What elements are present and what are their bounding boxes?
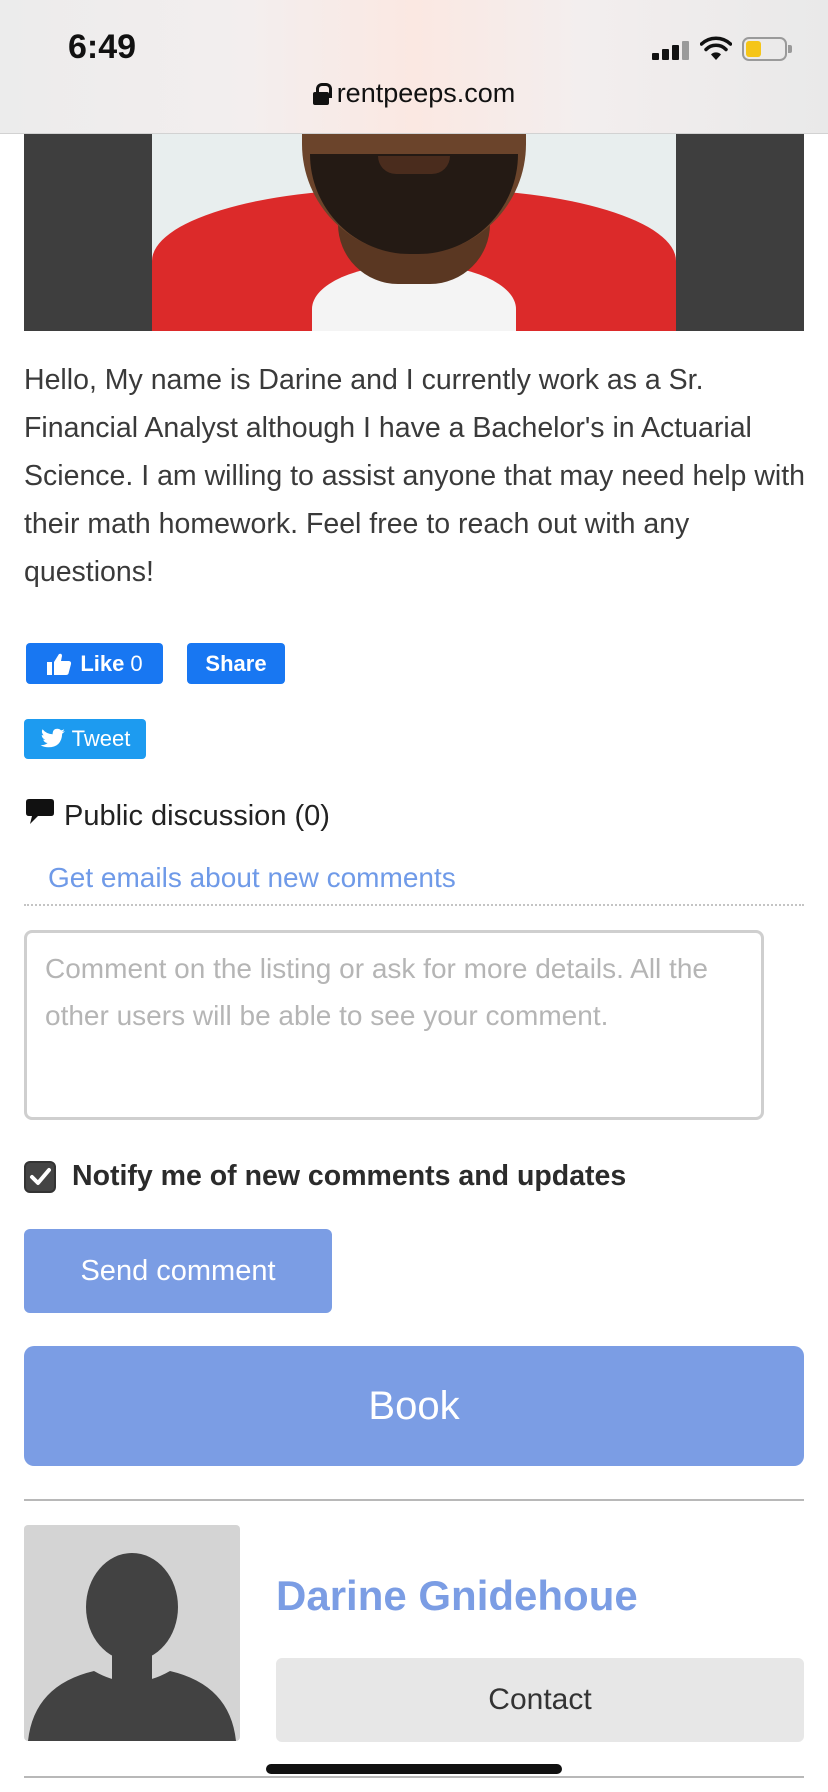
avatar[interactable] [24, 1525, 240, 1741]
listing-photo[interactable] [152, 134, 676, 331]
lock-icon [312, 83, 332, 105]
user-silhouette-icon [28, 1553, 236, 1741]
tweet-label: Tweet [71, 726, 131, 751]
clock-time: 6:49 [68, 28, 137, 66]
speech-bubble-icon [26, 798, 54, 824]
thumbs-up-icon [47, 653, 72, 675]
discussion-title: Public discussion (0) [64, 800, 330, 832]
dotted-divider [24, 904, 804, 906]
address-bar[interactable]: rentpeeps.com [0, 78, 828, 109]
owner-name[interactable]: Darine Gnidehoue [276, 1572, 638, 1620]
signal-icon [652, 38, 690, 60]
notify-option[interactable]: Notify me of new comments and updates [24, 1160, 626, 1193]
home-indicator[interactable] [266, 1764, 562, 1774]
comment-input[interactable] [24, 930, 764, 1120]
contact-button[interactable]: Contact [276, 1658, 804, 1742]
wifi-icon [700, 36, 732, 60]
checkmark-icon [30, 1167, 51, 1185]
battery-icon [742, 37, 792, 61]
like-label: Like [80, 650, 125, 676]
url-text: rentpeeps.com [336, 78, 516, 108]
facebook-share-button[interactable]: Share [187, 643, 285, 684]
tweet-button[interactable]: Tweet [24, 719, 146, 759]
listing-description: Hello, My name is Darine and I currently… [24, 364, 805, 588]
discussion-header: Public discussion (0) [24, 798, 330, 833]
section-divider [24, 1499, 804, 1501]
notify-checkbox[interactable] [24, 1160, 56, 1193]
bottom-divider [24, 1776, 804, 1778]
send-comment-button[interactable]: Send comment [24, 1229, 332, 1313]
twitter-bird-icon [40, 728, 65, 748]
share-label: Share [205, 650, 267, 676]
get-emails-link[interactable]: Get emails about new comments [48, 862, 456, 894]
notify-label: Notify me of new comments and updates [72, 1160, 627, 1192]
listing-photo-frame [24, 134, 804, 331]
facebook-like-button[interactable]: Like 0 [26, 643, 163, 684]
book-button[interactable]: Book [24, 1346, 804, 1466]
browser-status-bar: 6:49 rentpeeps.com [0, 0, 828, 134]
like-count: 0 [130, 650, 143, 676]
